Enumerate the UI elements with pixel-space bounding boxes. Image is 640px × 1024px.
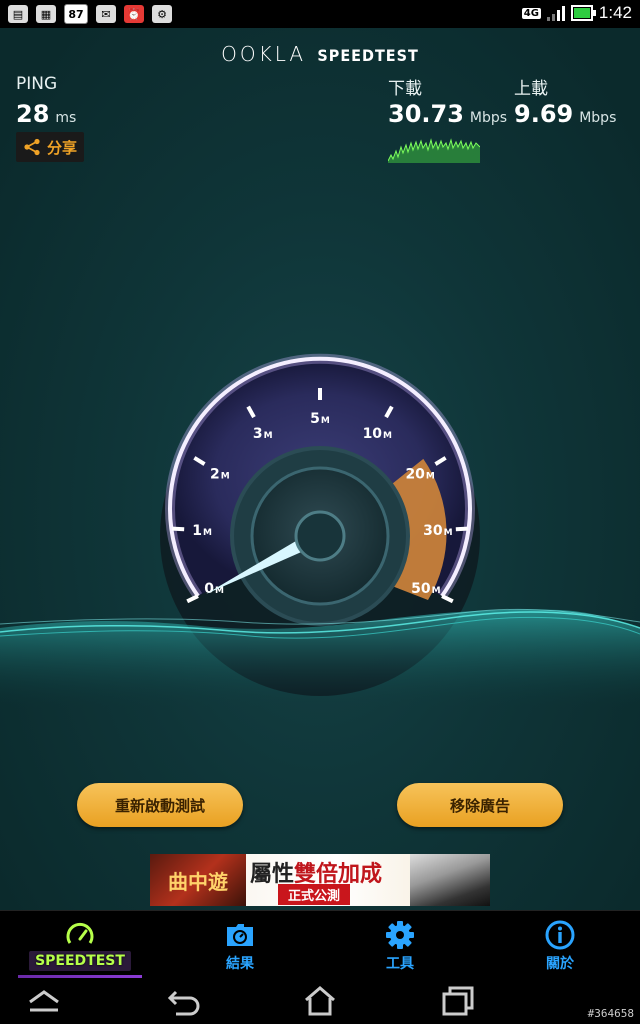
tab-about[interactable]: 關於 bbox=[500, 919, 620, 973]
speed-gauge: 0M1M2M3M5M10M20M30M50M bbox=[0, 353, 640, 708]
info-icon bbox=[545, 920, 575, 950]
gauge-tick-mark bbox=[172, 526, 185, 532]
nav-recents-icon[interactable] bbox=[438, 984, 478, 1018]
share-icon bbox=[24, 138, 40, 156]
tab-tools-label: 工具 bbox=[386, 956, 414, 972]
tab-tools[interactable]: 工具 bbox=[340, 919, 460, 973]
battery-icon bbox=[570, 5, 596, 21]
status-time: 1:42 bbox=[598, 3, 632, 22]
mail-notification-icon: ✉ bbox=[96, 5, 116, 23]
gallery-notification-icon: ▦ bbox=[36, 5, 56, 23]
tab-about-label: 關於 bbox=[546, 956, 574, 972]
app-logo: OOKLA SPEEDTEST bbox=[0, 42, 640, 66]
network-type: 4G bbox=[521, 7, 541, 19]
gear-icon bbox=[386, 921, 414, 949]
share-label: 分享 bbox=[46, 138, 77, 157]
system-navigation-bar: #364658 bbox=[0, 978, 640, 1024]
download-speed-graph bbox=[388, 138, 480, 163]
ping-unit: ms bbox=[55, 110, 77, 126]
restart-test-button[interactable]: 重新啟動測試 bbox=[77, 783, 243, 827]
tab-results[interactable]: 結果 bbox=[180, 919, 300, 973]
download-result: 30.73 Mbps bbox=[388, 100, 507, 128]
ad-character-image bbox=[410, 854, 490, 906]
nav-back-icon[interactable] bbox=[164, 984, 204, 1018]
ping-value: 28 bbox=[16, 100, 50, 128]
tab-results-label: 結果 bbox=[226, 956, 254, 972]
notification-count-badge: 87 bbox=[64, 4, 88, 24]
ping-label: PING bbox=[16, 74, 58, 94]
tab-speedtest[interactable]: SPEEDTEST bbox=[20, 919, 140, 971]
app-notification-icon: ⚙ bbox=[152, 5, 172, 23]
alarm-notification-icon: ⏰ bbox=[124, 5, 144, 23]
speedtest-logo-text: SPEEDTEST bbox=[317, 46, 419, 65]
speedometer-icon bbox=[66, 922, 94, 944]
ad-game-logo: 曲中遊 bbox=[150, 854, 246, 906]
upload-label: 上載 bbox=[514, 79, 548, 99]
ad-subtitle: 正式公測 bbox=[278, 884, 351, 905]
ookla-logo-text: OOKLA bbox=[221, 42, 307, 66]
nav-home-icon[interactable] bbox=[300, 984, 340, 1018]
remove-ads-button[interactable]: 移除廣告 bbox=[397, 783, 563, 827]
gauge-tick-mark bbox=[455, 526, 468, 532]
tab-speedtest-label: SPEEDTEST bbox=[29, 951, 131, 971]
download-label: 下載 bbox=[388, 79, 422, 99]
notification-icons: ▤ ▦ 87 ✉ ⏰ ⚙ bbox=[8, 4, 172, 24]
upload-value: 9.69 bbox=[514, 100, 574, 128]
nav-menu-up-icon[interactable] bbox=[24, 984, 64, 1018]
status-bar: ▤ ▦ 87 ✉ ⏰ ⚙ 4G 1:42 bbox=[0, 0, 640, 28]
signal-strength-icon bbox=[546, 5, 565, 21]
watermark-text: #364658 bbox=[587, 1007, 634, 1020]
speedtest-screen: OOKLA SPEEDTEST PING 28 ms 分享 下載 30.73 Mbp… bbox=[0, 28, 640, 910]
system-status: 4G 1:42 bbox=[521, 3, 632, 23]
upload-unit: Mbps bbox=[579, 110, 617, 126]
download-value: 30.73 bbox=[388, 100, 464, 128]
bottom-tab-bar: SPEEDTEST 結果 工具 關於 bbox=[0, 910, 640, 979]
ad-banner[interactable]: 曲中遊 屬性雙倍加成 正式公測 bbox=[150, 854, 490, 906]
download-unit: Mbps bbox=[469, 110, 508, 126]
upload-result: 9.69 Mbps bbox=[514, 100, 616, 128]
sim-notification-icon: ▤ bbox=[8, 5, 28, 23]
ping-result: 28 ms bbox=[16, 100, 76, 128]
share-button[interactable]: 分享 bbox=[16, 132, 84, 162]
results-folder-icon bbox=[227, 924, 253, 946]
